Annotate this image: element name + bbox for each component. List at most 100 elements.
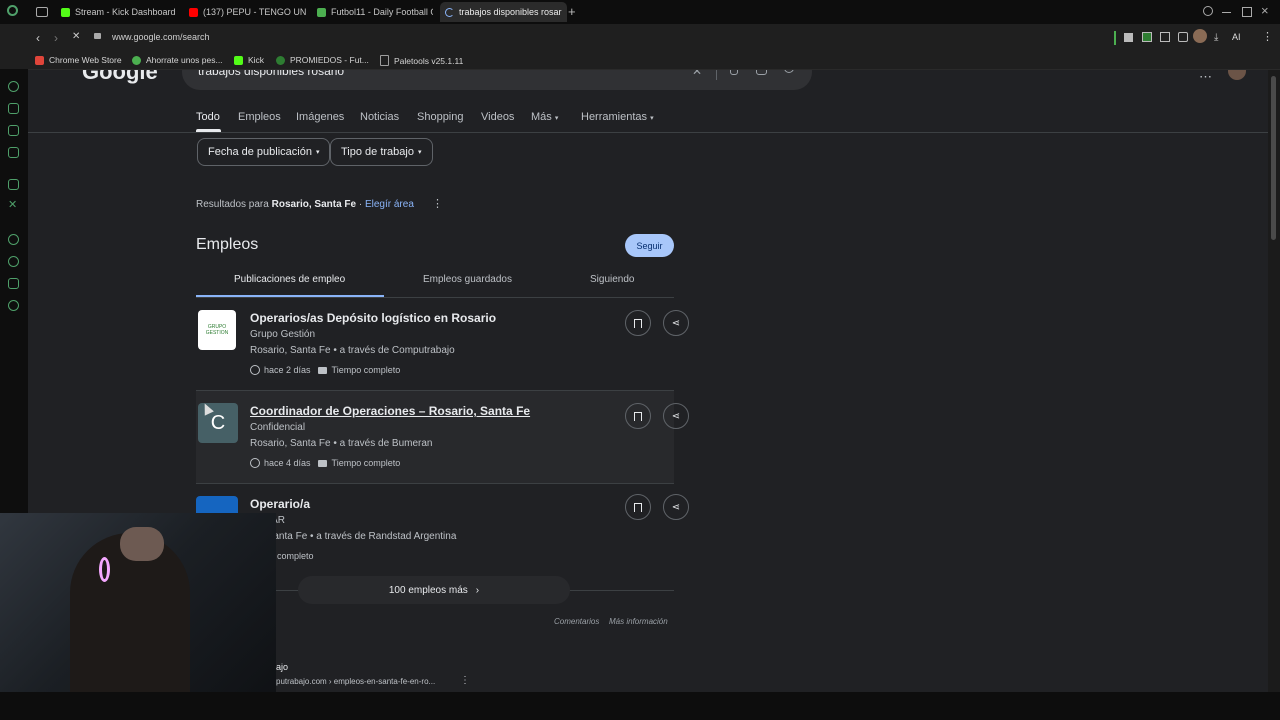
extension-icon[interactable]	[1124, 33, 1133, 42]
close-icon[interactable]: ×	[1261, 3, 1269, 18]
chat-icon[interactable]	[8, 278, 19, 289]
search-input[interactable]: trabajos disponibles rosario	[198, 70, 344, 78]
voice-search-icon[interactable]	[730, 70, 738, 75]
feedback-link[interactable]: Comentarios	[554, 617, 599, 626]
company-name: Grupo Gestión	[250, 329, 316, 340]
more-jobs-button[interactable]: 100 empleos más ›	[298, 576, 570, 604]
menu-icon[interactable]: ⋮	[1262, 30, 1273, 43]
stop-loading-icon[interactable]: ✕	[72, 31, 80, 42]
job-location: Rosario, Santa Fe • a través de Computra…	[250, 345, 455, 356]
next-result-url: putrabajo.com › empleos-en-santa-fe-en-r…	[276, 677, 436, 686]
tab-shopping[interactable]: Shopping	[417, 111, 464, 123]
bookmark-kick[interactable]: Kick	[234, 55, 264, 65]
lens-icon[interactable]	[756, 70, 767, 75]
extensions-puzzle-icon[interactable]	[1178, 32, 1188, 42]
job-title[interactable]: Coordinador de Operaciones – Rosario, Sa…	[250, 404, 530, 418]
ai-button[interactable]: AI	[1232, 32, 1241, 42]
tab-todo[interactable]: Todo	[196, 111, 220, 123]
save-job-button[interactable]	[625, 310, 651, 336]
new-tab-button[interactable]: +	[568, 4, 576, 19]
tab-title: (137) PEPU - TENGO UN F	[203, 7, 307, 17]
bookmark-promiedos[interactable]: PROMIEDOS - Fut...	[276, 55, 369, 65]
twitch-icon[interactable]	[8, 179, 19, 190]
subtab-publicaciones[interactable]: Publicaciones de empleo	[234, 274, 345, 285]
job-location: Rosario, Santa Fe • a través de Bumeran	[250, 438, 433, 449]
share-icon: ⋖	[671, 501, 681, 513]
x-icon[interactable]: ✕	[8, 198, 17, 211]
tab-videos[interactable]: Videos	[481, 111, 514, 123]
tab-mas[interactable]: Más ▾	[531, 111, 558, 123]
address-bar[interactable]: www.google.com/search	[88, 31, 1098, 45]
tab-futbol11[interactable]: Futbol11 - Daily Football G	[314, 2, 433, 22]
job-title[interactable]: Operario/a	[250, 497, 310, 511]
whatsapp-icon[interactable]	[8, 125, 19, 136]
mail-icon[interactable]	[8, 147, 19, 158]
tab-herramientas[interactable]: Herramientas ▾	[581, 111, 654, 123]
extension-icon[interactable]	[1160, 32, 1170, 42]
filter-label: Tipo de trabajo	[341, 146, 414, 158]
bookmark-chrome-web-store[interactable]: Chrome Web Store	[35, 55, 122, 65]
share-job-button[interactable]: ⋖	[663, 494, 689, 520]
tab-search-icon[interactable]	[36, 7, 48, 17]
kick-icon	[234, 55, 243, 65]
player-icon[interactable]	[8, 234, 19, 245]
more-options-icon[interactable]: ⋮	[432, 197, 443, 210]
promiedos-icon	[276, 55, 285, 65]
search-icon[interactable]	[1203, 6, 1213, 16]
account-avatar[interactable]	[1228, 70, 1246, 80]
filter-fecha-publicacion[interactable]: Fecha de publicación ▾	[197, 138, 331, 166]
job-listing[interactable]: C Coordinador de Operaciones – Rosario, …	[196, 391, 689, 484]
share-job-button[interactable]: ⋖	[663, 310, 689, 336]
job-listing[interactable]: GRUPO GESTION Operarios/as Depósito logí…	[196, 298, 689, 391]
restore-icon[interactable]	[1242, 7, 1252, 17]
headphone-ring	[99, 557, 110, 582]
back-icon[interactable]: ‹	[36, 31, 40, 45]
speed-dial-icon[interactable]	[8, 81, 19, 92]
job-meta: hace 4 días Tiempo completo	[250, 458, 400, 468]
subtab-siguiendo[interactable]: Siguiendo	[590, 274, 634, 285]
bookmark-label: Paletools v25.1.11	[394, 55, 464, 66]
briefcase-icon	[317, 459, 327, 467]
forward-icon[interactable]: ›	[54, 31, 58, 45]
apps-grid-icon[interactable]: ⋯	[1199, 70, 1212, 85]
job-type: Tiempo completo	[331, 458, 401, 468]
tab-kick-dashboard[interactable]: Stream - Kick Dashboard	[58, 2, 181, 22]
next-result-title[interactable]: ajo	[276, 662, 288, 672]
share-job-button[interactable]: ⋖	[663, 403, 689, 429]
bookmark-paletools[interactable]: Paletools v25.1.11	[380, 55, 463, 66]
choose-area-link[interactable]: Elegír área	[365, 199, 414, 210]
share-icon: ⋖	[671, 317, 681, 329]
tab-empleos[interactable]: Empleos	[238, 111, 281, 123]
minimize-icon[interactable]	[1222, 12, 1231, 13]
follow-button[interactable]: Seguir	[625, 234, 674, 257]
tab-imagenes[interactable]: Imágenes	[296, 111, 344, 123]
job-meta: hace 2 días Tiempo completo	[250, 365, 400, 375]
scrollbar-thumb[interactable]	[1271, 76, 1276, 240]
more-info-link[interactable]: Más información	[609, 617, 668, 626]
tab-google-search[interactable]: trabajos disponibles rosar	[440, 2, 567, 22]
search-submit-icon[interactable]	[784, 70, 794, 73]
caret-down-icon: ▾	[417, 149, 422, 156]
download-icon[interactable]: ⤓	[1214, 32, 1218, 43]
google-logo[interactable]: Google	[82, 70, 158, 85]
search-box[interactable]: trabajos disponibles rosario ✕	[182, 70, 812, 90]
save-job-button[interactable]	[625, 494, 651, 520]
profile-avatar[interactable]	[1193, 29, 1207, 43]
bookmark-ahorrate[interactable]: Ahorrate unos pes...	[132, 55, 223, 65]
extension-icon[interactable]	[1142, 32, 1152, 42]
share-icon: ⋖	[671, 410, 681, 422]
subtab-guardados[interactable]: Empleos guardados	[423, 274, 512, 285]
tab-youtube[interactable]: (137) PEPU - TENGO UN F	[186, 2, 307, 22]
tab-noticias[interactable]: Noticias	[360, 111, 399, 123]
clear-search-icon[interactable]: ✕	[692, 70, 702, 78]
history-icon[interactable]	[8, 256, 19, 267]
kick-favicon-icon	[61, 7, 70, 17]
save-job-button[interactable]	[625, 403, 651, 429]
more-options-icon[interactable]: ⋮	[460, 675, 470, 686]
job-title[interactable]: Operarios/as Depósito logístico en Rosar…	[250, 311, 496, 325]
messenger-icon[interactable]	[8, 103, 19, 114]
settings-gear-icon[interactable]	[8, 300, 19, 311]
filter-tipo-trabajo[interactable]: Tipo de trabajo ▾	[330, 138, 433, 166]
bookmark-icon	[634, 411, 642, 421]
browser-logo-icon[interactable]	[7, 5, 18, 16]
